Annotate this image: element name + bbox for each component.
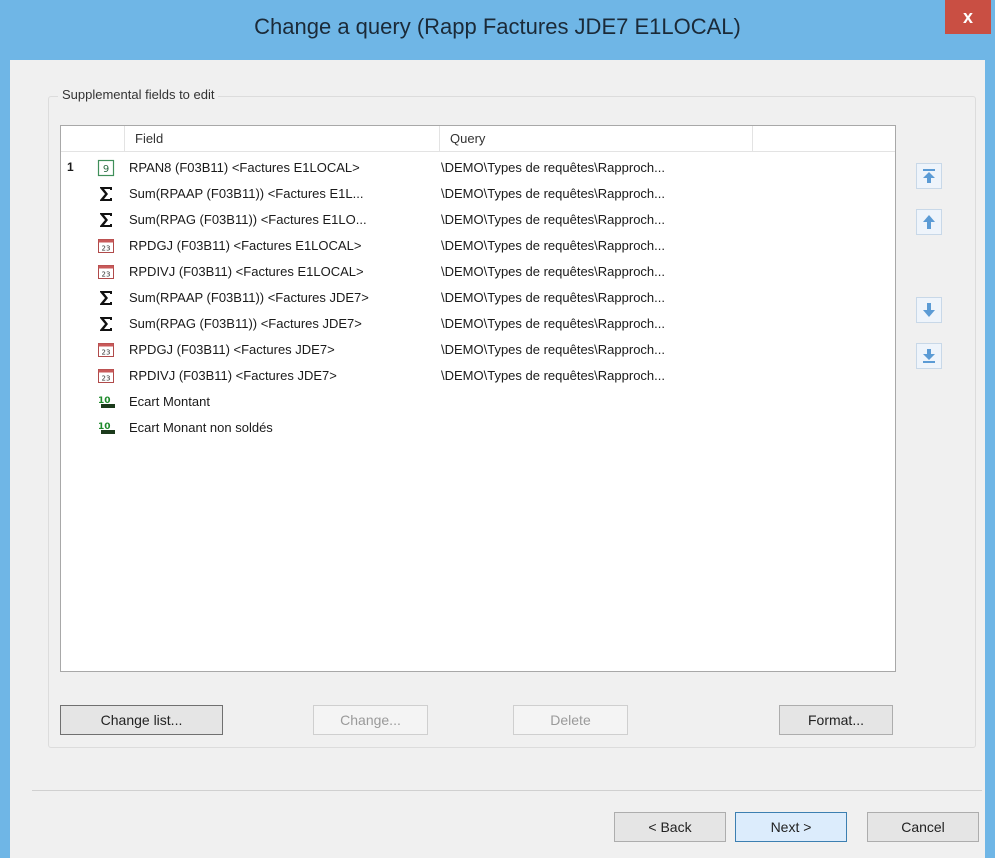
list-row[interactable]: 23 RPDGJ (F03B11) <Factures E1LOCAL> \DEMO… [61, 233, 895, 259]
column-header-index[interactable] [61, 126, 125, 151]
row-query: \DEMO\Types de requêtes\Rapproch... [441, 160, 665, 175]
column-header-query[interactable]: Query [440, 126, 753, 151]
list-header: Field Query [61, 126, 895, 152]
row-query: \DEMO\Types de requêtes\Rapproch... [441, 186, 665, 201]
list-row[interactable]: Sum(RPAAP (F03B11)) <Factures E1L... \DEM… [61, 181, 895, 207]
svg-text:23: 23 [102, 245, 111, 253]
date-field-icon: 23 [97, 263, 115, 281]
title-bar: Change a query (Rapp Factures JDE7 E1LOC… [0, 0, 995, 60]
row-query: \DEMO\Types de requêtes\Rapproch... [441, 264, 665, 279]
change-button[interactable]: Change... [313, 705, 428, 735]
move-top-icon [923, 169, 935, 183]
list-row[interactable]: 23 RPDGJ (F03B11) <Factures JDE7> \DEMO\Ty… [61, 337, 895, 363]
row-field: Sum(RPAAP (F03B11)) <Factures E1L... [129, 186, 364, 201]
list-row[interactable]: 23 RPDIVJ (F03B11) <Factures E1LOCAL> \DEM… [61, 259, 895, 285]
row-query: \DEMO\Types de requêtes\Rapproch... [441, 368, 665, 383]
footer-separator [32, 790, 982, 791]
sum-icon [97, 185, 115, 203]
list-row[interactable]: Sum(RPAG (F03B11)) <Factures E1LO... \DEM… [61, 207, 895, 233]
sum-icon [97, 211, 115, 229]
row-query: \DEMO\Types de requêtes\Rapproch... [441, 316, 665, 331]
window-frame-left [0, 0, 10, 858]
list-row[interactable]: 1 9 RPAN8 (F03B11) <Factures E1LOCAL> \DEMO… [61, 155, 895, 181]
column-header-field[interactable]: Field [125, 126, 440, 151]
list-row[interactable]: 10 Ecart Montant [61, 389, 895, 415]
sum-icon [97, 315, 115, 333]
list-row[interactable]: 10 Ecart Monant non soldés [61, 415, 895, 441]
row-index: 1 [67, 160, 74, 174]
row-query: \DEMO\Types de requêtes\Rapproch... [441, 290, 665, 305]
row-query: \DEMO\Types de requêtes\Rapproch... [441, 342, 665, 357]
row-field: Sum(RPAAP (F03B11)) <Factures JDE7> [129, 290, 369, 305]
row-field: Ecart Montant [129, 394, 210, 409]
number-field-icon: 9 [97, 159, 115, 177]
row-query: \DEMO\Types de requêtes\Rapproch... [441, 212, 665, 227]
date-field-icon: 23 [97, 237, 115, 255]
date-field-icon: 23 [97, 341, 115, 359]
sum-icon [97, 289, 115, 307]
change-list-button[interactable]: Change list... [60, 705, 223, 735]
list-row[interactable]: Sum(RPAG (F03B11)) <Factures JDE7> \DEMO\… [61, 311, 895, 337]
dialog-window: Change a query (Rapp Factures JDE7 E1LOC… [0, 0, 995, 858]
list-row[interactable]: Sum(RPAAP (F03B11)) <Factures JDE7> \DEMO… [61, 285, 895, 311]
row-field: RPDIVJ (F03B11) <Factures JDE7> [129, 368, 337, 383]
move-bottom-icon [923, 349, 935, 363]
calculated-field-icon: 10 [97, 393, 115, 411]
move-to-bottom-button[interactable] [916, 343, 942, 369]
move-down-button[interactable] [916, 297, 942, 323]
list-row[interactable]: 23 RPDIVJ (F03B11) <Factures JDE7> \DEMO\T… [61, 363, 895, 389]
svg-text:23: 23 [102, 375, 111, 383]
delete-button[interactable]: Delete [513, 705, 628, 735]
row-field: Sum(RPAG (F03B11)) <Factures E1LO... [129, 212, 367, 227]
next-button[interactable]: Next > [735, 812, 847, 842]
format-button[interactable]: Format... [779, 705, 893, 735]
svg-text:23: 23 [102, 271, 111, 279]
fields-list[interactable]: Field Query 1 9 RPAN8 (F03B11) <Factures E… [60, 125, 896, 672]
svg-text:9: 9 [103, 164, 109, 175]
row-field: RPAN8 (F03B11) <Factures E1LOCAL> [129, 160, 360, 175]
date-field-icon: 23 [97, 367, 115, 385]
move-to-top-button[interactable] [916, 163, 942, 189]
row-query: \DEMO\Types de requêtes\Rapproch... [441, 238, 665, 253]
row-field: RPDGJ (F03B11) <Factures E1LOCAL> [129, 238, 362, 253]
row-field: Ecart Monant non soldés [129, 420, 273, 435]
arrow-up-icon [923, 215, 935, 229]
arrow-down-icon [923, 303, 935, 317]
calculated-field-icon: 10 [97, 419, 115, 437]
move-up-button[interactable] [916, 209, 942, 235]
row-field: RPDIVJ (F03B11) <Factures E1LOCAL> [129, 264, 364, 279]
close-button[interactable]: x [945, 0, 991, 34]
back-button[interactable]: < Back [614, 812, 726, 842]
window-frame-right [985, 60, 995, 858]
row-field: RPDGJ (F03B11) <Factures JDE7> [129, 342, 335, 357]
group-label: Supplemental fields to edit [58, 87, 219, 102]
dialog-title: Change a query (Rapp Factures JDE7 E1LOC… [254, 14, 741, 39]
row-field: Sum(RPAG (F03B11)) <Factures JDE7> [129, 316, 362, 331]
cancel-button[interactable]: Cancel [867, 812, 979, 842]
svg-text:23: 23 [102, 349, 111, 357]
dialog-content: Supplemental fields to edit Field Query … [10, 60, 985, 858]
